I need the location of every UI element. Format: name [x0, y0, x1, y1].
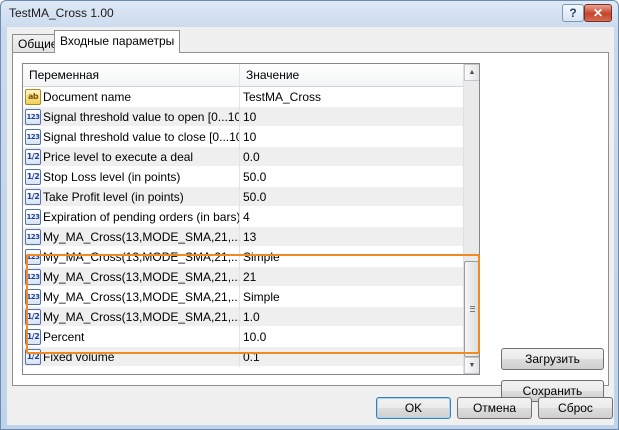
variable-cell[interactable]: 1/2 Take Profit level (in points) — [23, 187, 240, 207]
value-cell[interactable]: 50.0 — [240, 187, 463, 207]
variable-cell[interactable]: 123 Signal threshold value to close [0...… — [23, 127, 240, 147]
tab-panel: Переменная Значение ab Document name TestM… — [12, 52, 609, 402]
variable-cell[interactable]: 1/2 Percent — [23, 327, 240, 347]
variable-name: Stop Loss level (in points) — [43, 170, 181, 184]
variable-name: Document name — [43, 90, 132, 104]
variable-name: Signal threshold value to close [0...100… — [43, 130, 240, 144]
grid-rows: ab Document name TestMA_Cross 123 Signal thr… — [23, 87, 463, 367]
int-type-icon: 123 — [25, 209, 41, 225]
int-type-icon: 123 — [25, 229, 41, 245]
variable-cell[interactable]: 123 Expiration of pending orders (in bars… — [23, 207, 240, 227]
cancel-button[interactable]: Отмена — [457, 397, 532, 419]
variable-cell[interactable]: ab Document name — [23, 87, 240, 107]
dialog-window: TestMA_Cross 1.00 ? ✕ Общие Входные пара… — [0, 0, 619, 430]
table-row[interactable]: 123 Signal threshold value to close [0...… — [23, 127, 463, 147]
reset-button[interactable]: Сброс — [538, 397, 613, 419]
ok-button[interactable]: OK — [376, 397, 451, 419]
variable-name: Price level to execute a deal — [43, 150, 194, 164]
variable-name: Signal threshold value to open [0...100] — [43, 110, 240, 124]
value-cell[interactable]: 50.0 — [240, 167, 463, 187]
variable-cell[interactable]: 123 My_MA_Cross(13,MODE_SMA,21,...) ... — [23, 287, 240, 307]
int-type-icon: 123 — [25, 249, 41, 265]
tab-input-parameters[interactable]: Входные параметры — [54, 30, 181, 53]
table-row[interactable]: 1/2 My_MA_Cross(13,MODE_SMA,21,...) ... 1.… — [23, 307, 463, 327]
double-type-icon: 1/2 — [25, 329, 41, 345]
help-icon: ? — [569, 6, 577, 20]
variable-name: My_MA_Cross(13,MODE_SMA,21,...) ... — [43, 290, 240, 304]
column-header-variable[interactable]: Переменная — [23, 64, 240, 87]
scroll-down-arrow-icon[interactable]: ▼ — [464, 357, 479, 374]
variable-name: My_MA_Cross(13,MODE_SMA,21,...) ... — [43, 310, 240, 324]
dialog-client-area: Общие Входные параметры Переменная Значе… — [7, 27, 614, 425]
window-title: TestMA_Cross 1.00 — [9, 6, 114, 20]
double-type-icon: 1/2 — [25, 189, 41, 205]
string-type-icon: ab — [25, 89, 41, 105]
variable-name: My_MA_Cross(13,MODE_SMA,21,...) P... — [43, 230, 240, 244]
double-type-icon: 1/2 — [25, 169, 41, 185]
value-cell[interactable]: Simple — [240, 247, 463, 267]
table-row[interactable]: 1/2 Fixed volume 0.1 — [23, 347, 463, 367]
int-type-icon: 123 — [25, 109, 41, 125]
variable-name: Take Profit level (in points) — [43, 190, 184, 204]
table-row[interactable]: 1/2 Take Profit level (in points) 50.0 — [23, 187, 463, 207]
double-type-icon: 1/2 — [25, 349, 41, 365]
variable-name: My_MA_Cross(13,MODE_SMA,21,...) P... — [43, 270, 240, 284]
variable-cell[interactable]: 1/2 Stop Loss level (in points) — [23, 167, 240, 187]
table-row[interactable]: 1/2 Stop Loss level (in points) 50.0 — [23, 167, 463, 187]
value-cell[interactable]: 10 — [240, 127, 463, 147]
table-row[interactable]: 123 My_MA_Cross(13,MODE_SMA,21,...) ... Si… — [23, 287, 463, 307]
close-button[interactable]: ✕ — [584, 4, 612, 22]
variable-name: My_MA_Cross(13,MODE_SMA,21,...) ... — [43, 250, 240, 264]
scroll-up-arrow-icon[interactable]: ▲ — [464, 64, 479, 81]
variable-cell[interactable]: 1/2 Fixed volume — [23, 347, 240, 367]
value-cell[interactable]: 21 — [240, 267, 463, 287]
value-cell[interactable]: 13 — [240, 227, 463, 247]
double-type-icon: 1/2 — [25, 149, 41, 165]
variable-name: Percent — [43, 330, 85, 344]
vertical-scrollbar[interactable]: ▲ ▼ — [463, 64, 479, 374]
table-row[interactable]: 123 Signal threshold value to open [0...1… — [23, 107, 463, 127]
title-bar[interactable]: TestMA_Cross 1.00 ? ✕ — [1, 1, 618, 27]
value-cell[interactable]: Simple — [240, 287, 463, 307]
value-cell[interactable]: 1.0 — [240, 307, 463, 327]
load-button[interactable]: Загрузить — [501, 348, 604, 370]
value-cell[interactable]: 4 — [240, 207, 463, 227]
table-row[interactable]: ab Document name TestMA_Cross — [23, 87, 463, 107]
value-cell[interactable]: TestMA_Cross — [240, 87, 463, 107]
value-cell[interactable]: 10 — [240, 107, 463, 127]
table-row[interactable]: 1/2 Price level to execute a deal 0.0 — [23, 147, 463, 167]
variable-name: Fixed volume — [43, 350, 115, 364]
variable-cell[interactable]: 123My_MA_Cross(13,MODE_SMA,21,...) P... — [23, 227, 240, 247]
table-row[interactable]: 123My_MA_Cross(13,MODE_SMA,21,...) P...1… — [23, 227, 463, 247]
int-type-icon: 123 — [25, 129, 41, 145]
variable-cell[interactable]: 123 My_MA_Cross(13,MODE_SMA,21,...) ... — [23, 247, 240, 267]
column-header-value[interactable]: Значение — [240, 64, 463, 87]
value-cell[interactable]: 0.0 — [240, 147, 463, 167]
int-type-icon: 123 — [25, 289, 41, 305]
help-button[interactable]: ? — [562, 4, 584, 22]
grip-icon — [470, 306, 475, 312]
grid-header: Переменная Значение — [23, 64, 463, 87]
variable-cell[interactable]: 123My_MA_Cross(13,MODE_SMA,21,...) P... — [23, 267, 240, 287]
value-cell[interactable]: 10.0 — [240, 327, 463, 347]
table-row[interactable]: 123 Expiration of pending orders (in bars… — [23, 207, 463, 227]
value-cell[interactable]: 0.1 — [240, 347, 463, 367]
variable-cell[interactable]: 1/2 My_MA_Cross(13,MODE_SMA,21,...) ... — [23, 307, 240, 327]
close-icon: ✕ — [592, 6, 604, 20]
parameters-grid: Переменная Значение ab Document name TestM… — [22, 63, 480, 375]
table-row[interactable]: 123 My_MA_Cross(13,MODE_SMA,21,...) ... Si… — [23, 247, 463, 267]
table-row[interactable]: 123My_MA_Cross(13,MODE_SMA,21,...) P...2… — [23, 267, 463, 287]
scrollbar-thumb[interactable] — [464, 261, 479, 357]
variable-cell[interactable]: 123 Signal threshold value to open [0...1… — [23, 107, 240, 127]
table-row[interactable]: 1/2 Percent 10.0 — [23, 327, 463, 347]
int-type-icon: 123 — [25, 269, 41, 285]
variable-cell[interactable]: 1/2 Price level to execute a deal — [23, 147, 240, 167]
double-type-icon: 1/2 — [25, 309, 41, 325]
variable-name: Expiration of pending orders (in bars) — [43, 210, 240, 224]
